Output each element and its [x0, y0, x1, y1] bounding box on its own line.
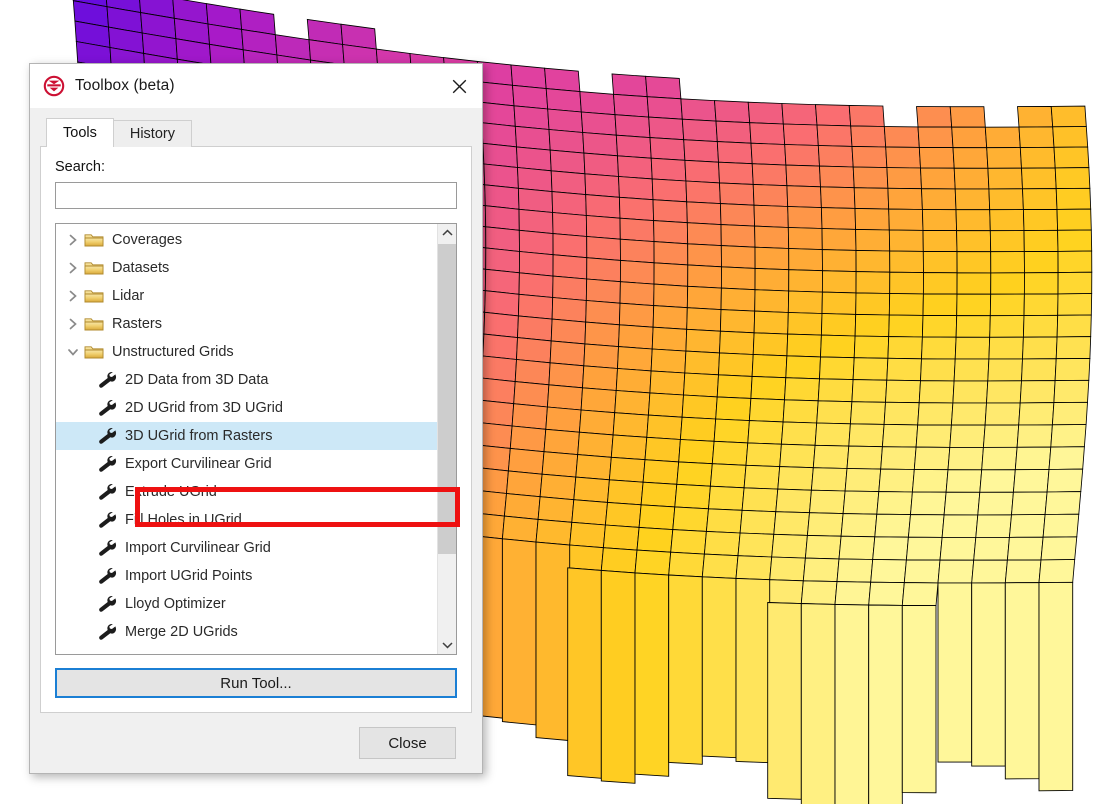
tree-item-2d-data-from-3d-data[interactable]: 2D Data from 3D Data [56, 366, 437, 394]
tree-item-lidar[interactable]: Lidar [56, 282, 437, 310]
folder-icon [84, 344, 104, 360]
wrench-tool-icon [98, 400, 117, 416]
wrench-tool-icon [98, 512, 117, 528]
tree-item-label: 3D UGrid from Rasters [125, 429, 272, 444]
tree-item-label: 2D UGrid from 3D UGrid [125, 401, 283, 416]
tree-item-label: Fill Holes in UGrid [125, 513, 242, 528]
tree-item-label: Unstructured Grids [112, 345, 234, 360]
folder-icon [84, 232, 104, 248]
tree-item-lloyd-optimizer[interactable]: Lloyd Optimizer [56, 590, 437, 618]
tree-item-fill-holes-in-ugrid[interactable]: Fill Holes in UGrid [56, 506, 437, 534]
tab-tools-label: Tools [63, 125, 97, 141]
tree-item-label: 2D Data from 3D Data [125, 373, 268, 388]
tree-item-rasters[interactable]: Rasters [56, 310, 437, 338]
tree-item-3d-ugrid-from-rasters[interactable]: 3D UGrid from Rasters [56, 422, 437, 450]
search-input[interactable] [55, 182, 457, 209]
tree-item-coverages[interactable]: Coverages [56, 226, 437, 254]
tree-item-2d-ugrid-from-3d-ugrid[interactable]: 2D UGrid from 3D UGrid [56, 394, 437, 422]
chevron-right-icon[interactable] [62, 230, 84, 250]
folder-icon [84, 260, 104, 276]
tree-item-merge-2d-ugrids[interactable]: Merge 2D UGrids [56, 618, 437, 646]
dialog-titlebar[interactable]: Toolbox (beta) [30, 64, 482, 108]
search-label: Search: [55, 159, 457, 175]
tools-tab-panel: Search: Coverages Datasets Lidar Rasters Uns… [40, 146, 472, 713]
tree-item-label: Coverages [112, 233, 182, 248]
tree-item-label: Export Curvilinear Grid [125, 457, 272, 472]
tree-item-extrude-ugrid[interactable]: Extrude UGrid [56, 478, 437, 506]
tree-item-export-curvilinear-grid[interactable]: Export Curvilinear Grid [56, 450, 437, 478]
wrench-tool-icon [98, 596, 117, 612]
chevron-right-icon[interactable] [62, 286, 84, 306]
tree-item-import-ugrid-points[interactable]: Import UGrid Points [56, 562, 437, 590]
dialog-title: Toolbox (beta) [75, 77, 175, 95]
tree-vertical-scrollbar[interactable] [437, 224, 456, 654]
tree-item-label: Lidar [112, 289, 144, 304]
chevron-right-icon[interactable] [62, 258, 84, 278]
chevron-down-icon[interactable] [62, 342, 84, 362]
xms-logo-icon [43, 75, 65, 97]
wrench-tool-icon [98, 484, 117, 500]
wrench-tool-icon [98, 428, 117, 444]
run-tool-button[interactable]: Run Tool... [55, 668, 457, 698]
tree-item-label: Merge 2D UGrids [125, 625, 238, 640]
dialog-footer: Close [30, 713, 482, 773]
tab-history[interactable]: History [113, 120, 192, 147]
wrench-tool-icon [98, 372, 117, 388]
scrollbar-track[interactable] [438, 242, 456, 636]
tab-tools[interactable]: Tools [46, 118, 114, 147]
tree-item-label: Import UGrid Points [125, 569, 252, 584]
tree-item-unstructured-grids[interactable]: Unstructured Grids [56, 338, 437, 366]
close-icon[interactable] [436, 64, 482, 108]
tree-item-label: Import Curvilinear Grid [125, 541, 271, 556]
tree-item-label: Datasets [112, 261, 169, 276]
wrench-tool-icon [98, 568, 117, 584]
scrollbar-thumb[interactable] [438, 244, 456, 554]
tree-item-label: Rasters [112, 317, 162, 332]
folder-icon [84, 288, 104, 304]
tree-item-label: Extrude UGrid [125, 485, 217, 500]
tabstrip: Tools History [46, 117, 472, 147]
wrench-tool-icon [98, 540, 117, 556]
tool-tree[interactable]: Coverages Datasets Lidar Rasters Unstructure… [56, 224, 437, 654]
chevron-right-icon[interactable] [62, 314, 84, 334]
toolbox-dialog: Toolbox (beta) Tools History Search: Cov… [29, 63, 483, 774]
wrench-tool-icon [98, 624, 117, 640]
tree-item-datasets[interactable]: Datasets [56, 254, 437, 282]
chevron-down-icon[interactable] [438, 636, 456, 654]
chevron-up-icon[interactable] [438, 224, 456, 242]
tree-item-label: Lloyd Optimizer [125, 597, 226, 612]
tool-tree-container: Coverages Datasets Lidar Rasters Unstructure… [55, 223, 457, 655]
tab-history-label: History [130, 126, 175, 142]
wrench-tool-icon [98, 456, 117, 472]
tree-item-import-curvilinear-grid[interactable]: Import Curvilinear Grid [56, 534, 437, 562]
folder-icon [84, 316, 104, 332]
dialog-body: Tools History Search: Coverages Datasets L… [30, 108, 482, 713]
close-button[interactable]: Close [359, 727, 456, 759]
